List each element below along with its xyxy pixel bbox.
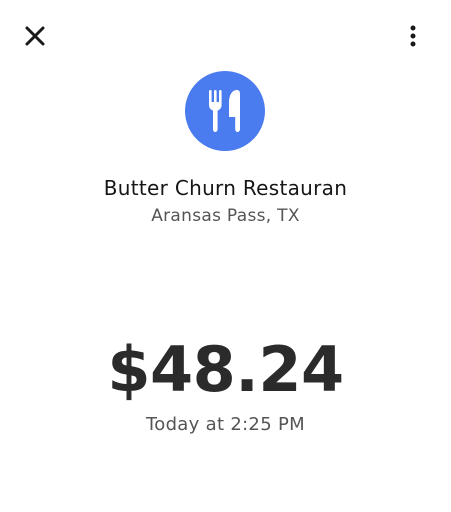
fork-knife-icon xyxy=(209,90,240,132)
merchant-avatar xyxy=(185,71,265,151)
more-vertical-icon xyxy=(410,25,416,47)
transaction-timestamp: Today at 2:25 PM xyxy=(146,414,305,435)
merchant-name: Butter Churn Restauran xyxy=(103,176,348,200)
close-icon xyxy=(25,26,45,46)
more-options-button[interactable] xyxy=(398,21,428,51)
transaction-amount: $48.24 xyxy=(107,333,344,406)
close-button[interactable] xyxy=(20,21,50,51)
merchant-location: Aransas Pass, TX xyxy=(151,206,300,226)
